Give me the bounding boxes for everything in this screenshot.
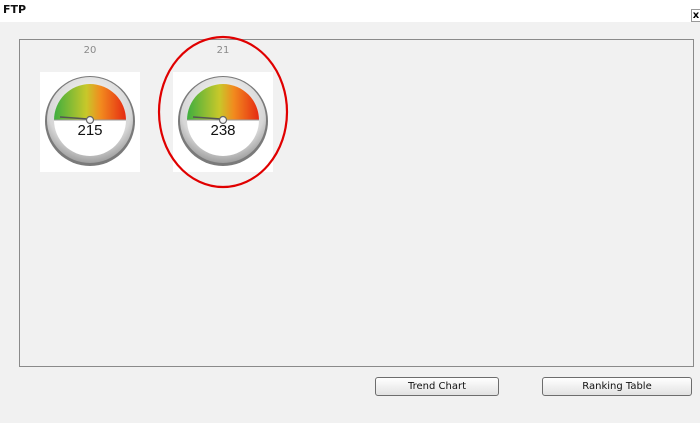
gauge-id-label: 21 [216,45,230,56]
title-bar: FTP x [0,0,700,22]
gauge-tile-20[interactable]: 20 215 [40,42,140,172]
gauge-id-label: 20 [83,45,97,56]
gauge-value: 215 [77,122,103,139]
gauge-tile-21[interactable]: 21 238 [173,42,273,172]
gauge-icon: 215 [40,72,140,172]
trend-chart-button[interactable]: Trend Chart [375,377,499,396]
ranking-table-button[interactable]: Ranking Table [542,377,692,396]
close-button[interactable]: x [691,9,700,22]
gauge-icon: 238 [173,72,273,172]
window-title: FTP [3,3,27,16]
gauge-value: 238 [210,122,236,139]
gauge-panel: 20 215 21 238 [19,39,694,367]
